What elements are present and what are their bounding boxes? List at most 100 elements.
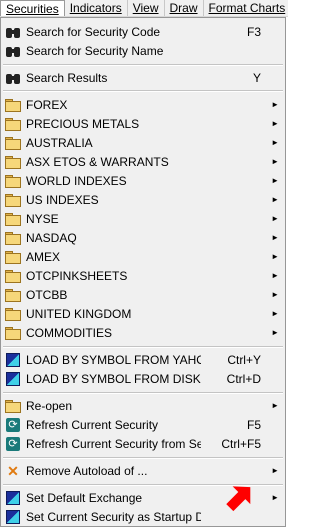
- submenu-arrow-icon: ►: [271, 309, 279, 318]
- binoculars-icon: [5, 70, 21, 86]
- load-disk-item[interactable]: LOAD BY SYMBOL FROM DISK Ctrl+D: [3, 369, 283, 388]
- load-yahoo-shortcut: Ctrl+Y: [227, 352, 261, 367]
- folder-item-world-indexes[interactable]: WORLD INDEXES ►: [3, 171, 283, 190]
- chart-icon: [5, 352, 21, 368]
- refresh-current-label: Refresh Current Security: [26, 417, 159, 432]
- folder-item-amex[interactable]: AMEX ►: [3, 247, 283, 266]
- folder-label: AMEX: [26, 249, 61, 264]
- folder-label: ASX ETOS & WARRANTS: [26, 154, 169, 169]
- folder-item-nasdaq[interactable]: NASDAQ ►: [3, 228, 283, 247]
- search-name-label: Search for Security Name: [26, 43, 164, 58]
- search-security-name-item[interactable]: Search for Security Name: [3, 41, 283, 60]
- folder-item-commodities[interactable]: COMMODITIES ►: [3, 323, 283, 342]
- folder-icon: [5, 192, 21, 208]
- binoculars-icon: [5, 24, 21, 40]
- load-disk-shortcut: Ctrl+D: [226, 371, 261, 386]
- menu-view[interactable]: View: [128, 0, 165, 16]
- refresh-server-shortcut: Ctrl+F5: [221, 436, 261, 451]
- folder-item-forex[interactable]: FOREX ►: [3, 95, 283, 114]
- submenu-arrow-icon: ►: [271, 176, 279, 185]
- search-security-code-item[interactable]: Search for Security Code F3: [3, 22, 283, 41]
- folder-label: AUSTRALIA: [26, 135, 93, 150]
- folder-label: UNITED KINGDOM: [26, 306, 132, 321]
- refresh-icon: ⟳: [5, 417, 21, 433]
- folder-icon: [5, 211, 21, 227]
- folder-icon: [5, 116, 21, 132]
- load-disk-label: LOAD BY SYMBOL FROM DISK: [26, 371, 201, 386]
- folder-item-australia[interactable]: AUSTRALIA ►: [3, 133, 283, 152]
- submenu-arrow-icon: ►: [271, 119, 279, 128]
- folder-item-otcpinksheets[interactable]: OTCPINKSHEETS ►: [3, 266, 283, 285]
- folder-icon: [5, 287, 21, 303]
- menu-securities[interactable]: Securities: [0, 0, 65, 16]
- default-exchange-label: Set Default Exchange: [26, 490, 143, 505]
- folder-icon: [5, 398, 21, 414]
- folder-label: OTCPINKSHEETS: [26, 268, 128, 283]
- menu-draw[interactable]: Draw: [165, 0, 204, 16]
- folder-icon: [5, 249, 21, 265]
- load-yahoo-item[interactable]: LOAD BY SYMBOL FROM YAHOO Ctrl+Y: [3, 350, 283, 369]
- securities-dropdown-menu: Search for Security Code F3 Search for S…: [0, 17, 286, 527]
- menu-separator: [3, 64, 283, 66]
- menu-format-charts[interactable]: Format Charts: [204, 0, 291, 16]
- folder-label: WORLD INDEXES: [26, 173, 127, 188]
- startup-default-label: Set Current Security as Startup Default: [26, 509, 201, 524]
- search-results-item[interactable]: Search Results Y: [3, 68, 283, 87]
- remove-icon: ✕: [7, 462, 19, 479]
- submenu-arrow-icon: ►: [271, 252, 279, 261]
- reopen-item[interactable]: Re-open ►: [3, 396, 283, 415]
- folder-label: NYSE: [26, 211, 59, 226]
- menu-separator: [3, 392, 283, 394]
- refresh-current-shortcut: F5: [246, 417, 261, 432]
- submenu-arrow-icon: ►: [271, 233, 279, 242]
- folder-label: US INDEXES: [26, 192, 99, 207]
- search-code-shortcut: F3: [246, 24, 261, 39]
- folder-item-precious-metals[interactable]: PRECIOUS METALS ►: [3, 114, 283, 133]
- submenu-arrow-icon: ►: [271, 138, 279, 147]
- folder-icon: [5, 97, 21, 113]
- submenu-arrow-icon: ►: [271, 214, 279, 223]
- refresh-current-item[interactable]: ⟳ Refresh Current Security F5: [3, 415, 283, 434]
- folder-icon: [5, 230, 21, 246]
- refresh-server-item[interactable]: ⟳ Refresh Current Security from Server C…: [3, 434, 283, 453]
- submenu-arrow-icon: ►: [271, 466, 279, 475]
- folder-label: OTCBB: [26, 287, 68, 302]
- folder-label: NASDAQ: [26, 230, 77, 245]
- submenu-arrow-icon: ►: [271, 195, 279, 204]
- folder-icon: [5, 173, 21, 189]
- folder-label: PRECIOUS METALS: [26, 116, 140, 131]
- folder-label: FOREX: [26, 97, 68, 112]
- red-pointer-arrow-icon: [226, 486, 251, 512]
- menu-indicators[interactable]: Indicators: [65, 0, 128, 16]
- folder-item-nyse[interactable]: NYSE ►: [3, 209, 283, 228]
- folder-item-asx-etos[interactable]: ASX ETOS & WARRANTS ►: [3, 152, 283, 171]
- menu-bar: Securities Indicators View Draw Format C…: [0, 0, 288, 17]
- folder-icon: [5, 135, 21, 151]
- submenu-arrow-icon: ►: [271, 493, 279, 502]
- menu-separator: [3, 457, 283, 459]
- load-yahoo-label: LOAD BY SYMBOL FROM YAHOO: [26, 352, 201, 367]
- search-results-shortcut: Y: [252, 70, 261, 85]
- submenu-arrow-icon: ►: [271, 157, 279, 166]
- chart-icon: [5, 509, 21, 525]
- submenu-arrow-icon: ►: [271, 100, 279, 109]
- menu-separator: [3, 346, 283, 348]
- remove-autoload-item[interactable]: ✕ Remove Autoload of ... ►: [3, 461, 283, 480]
- search-code-label: Search for Security Code: [26, 24, 161, 39]
- folder-item-us-indexes[interactable]: US INDEXES ►: [3, 190, 283, 209]
- folder-item-otcbb[interactable]: OTCBB ►: [3, 285, 283, 304]
- refresh-icon: ⟳: [5, 436, 21, 452]
- chart-icon: [5, 490, 21, 506]
- menu-separator: [3, 90, 283, 92]
- folder-item-united-kingdom[interactable]: UNITED KINGDOM ►: [3, 304, 283, 323]
- folder-icon: [5, 306, 21, 322]
- folder-icon: [5, 325, 21, 341]
- binoculars-icon: [5, 43, 21, 59]
- refresh-server-label: Refresh Current Security from Server: [26, 436, 201, 451]
- chart-icon: [5, 371, 21, 387]
- folder-label: COMMODITIES: [26, 325, 112, 340]
- search-results-label: Search Results: [26, 70, 108, 85]
- submenu-arrow-icon: ►: [271, 401, 279, 410]
- submenu-arrow-icon: ►: [271, 290, 279, 299]
- reopen-label: Re-open: [26, 398, 73, 413]
